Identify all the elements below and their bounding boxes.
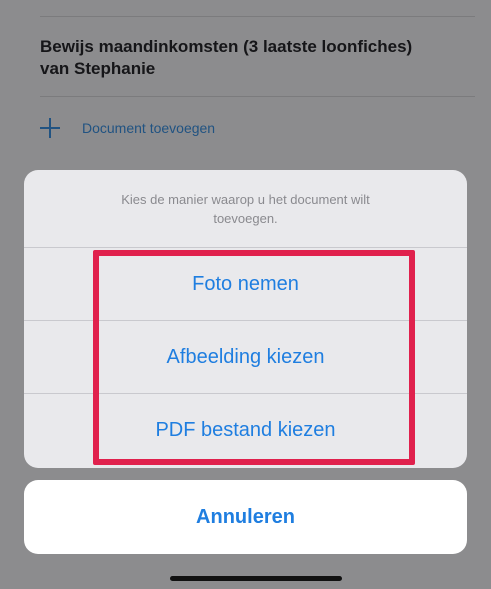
choose-pdf-button[interactable]: PDF bestand kiezen: [24, 394, 467, 467]
choose-image-button[interactable]: Afbeelding kiezen: [24, 321, 467, 394]
action-sheet-message: Kies de manier waarop u het document wil…: [24, 170, 467, 248]
action-sheet: Kies de manier waarop u het document wil…: [24, 170, 467, 468]
home-indicator: [170, 576, 342, 581]
take-photo-button[interactable]: Foto nemen: [24, 248, 467, 321]
cancel-button[interactable]: Annuleren: [24, 480, 467, 554]
